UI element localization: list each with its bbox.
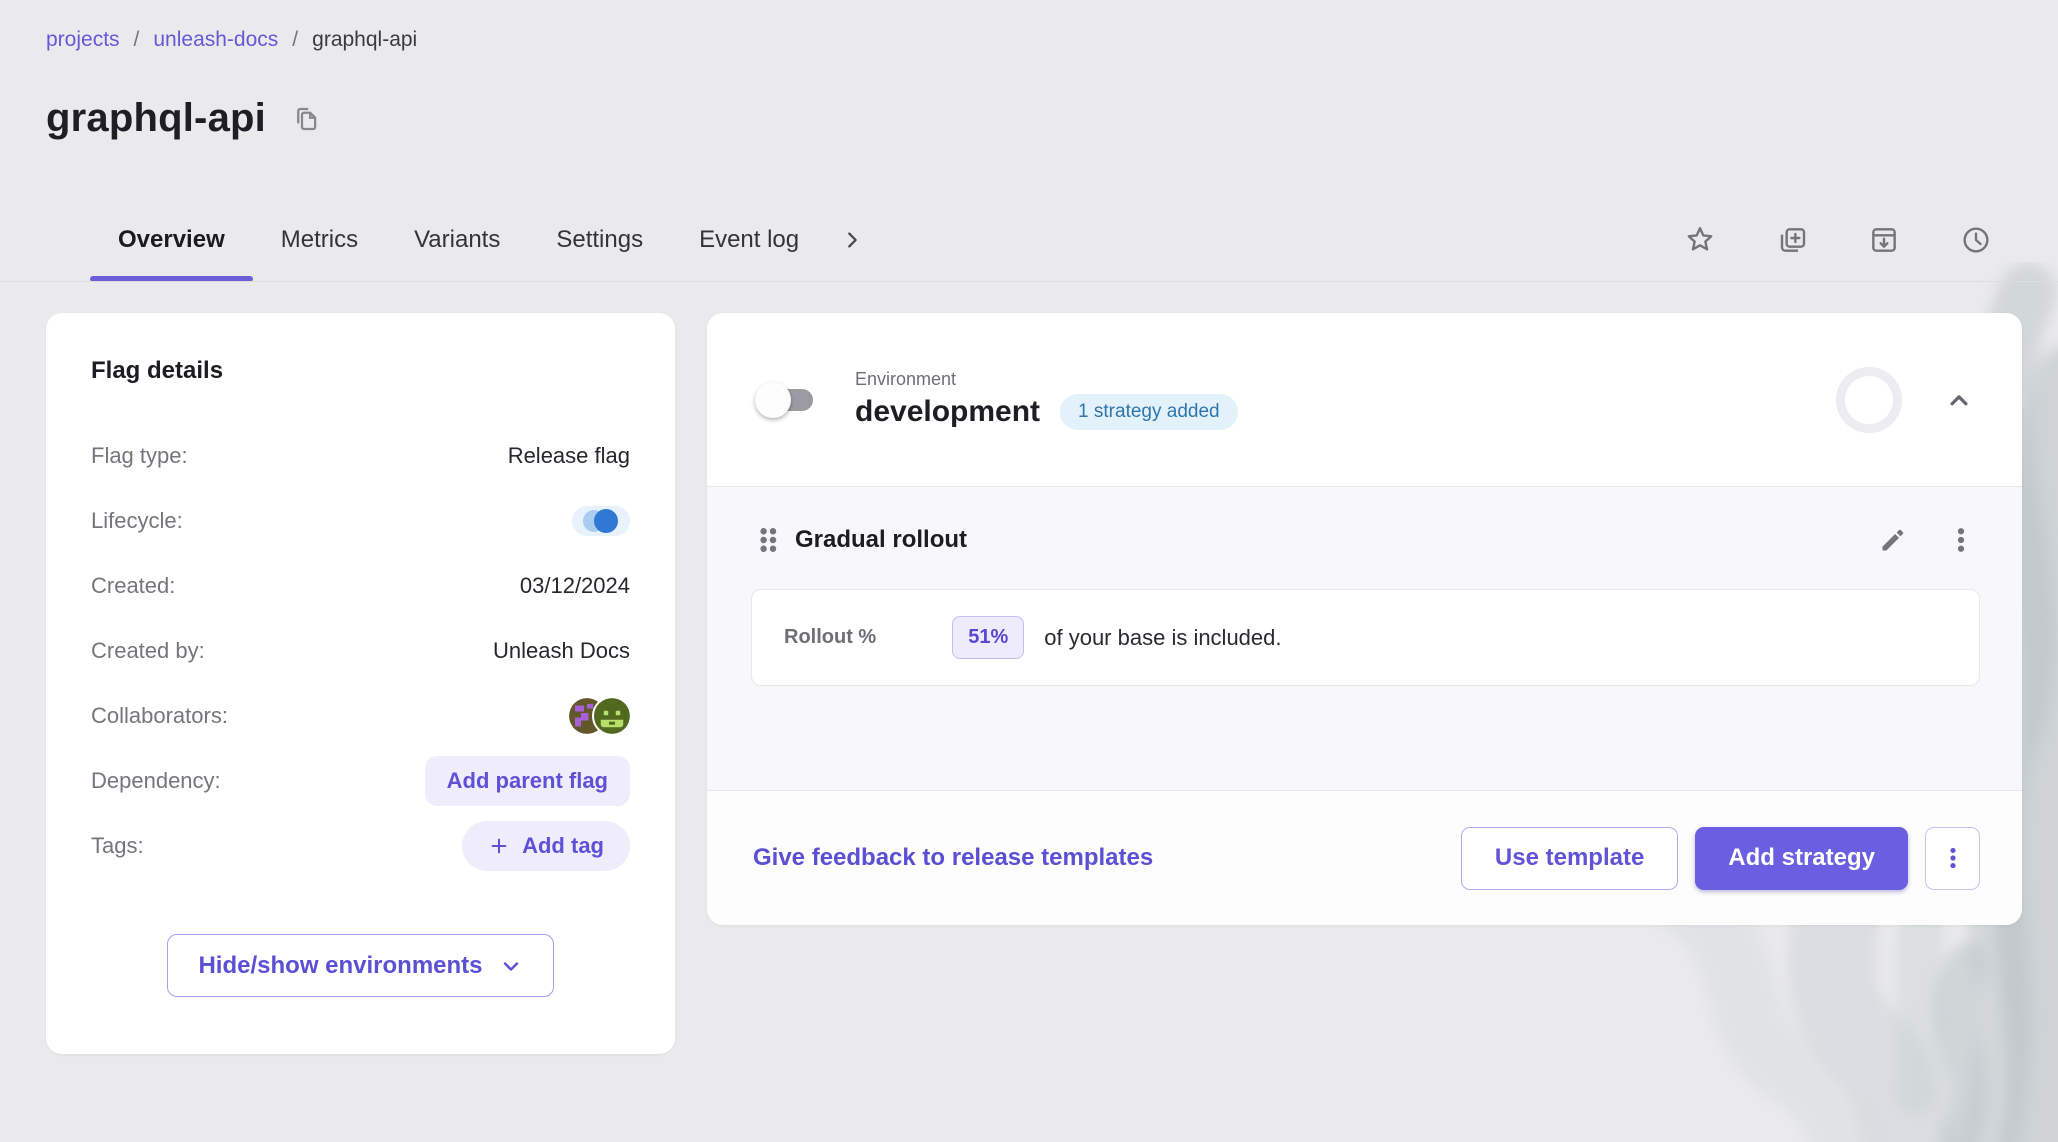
- kebab-menu-icon: [1940, 845, 1966, 871]
- created-label: Created:: [91, 573, 175, 599]
- flag-details-card: Flag details Flag type: Release flag Lif…: [46, 313, 675, 1054]
- flag-type-value: Release flag: [508, 443, 630, 469]
- lifecycle-stage-indicator[interactable]: [572, 506, 630, 536]
- created-value: 03/12/2024: [520, 573, 630, 599]
- footer-actions: Use template Add strategy: [1461, 827, 1980, 890]
- title-row: graphql-api: [46, 96, 326, 141]
- add-strategy-button[interactable]: Add strategy: [1695, 827, 1908, 890]
- environment-header: Environment development 1 strategy added: [707, 313, 2022, 486]
- tabs-divider: [0, 281, 2058, 282]
- archive-button[interactable]: [1864, 220, 1904, 260]
- environment-card: Environment development 1 strategy added: [707, 313, 2022, 925]
- clock-icon: [1960, 224, 1992, 256]
- add-parent-flag-button[interactable]: Add parent flag: [425, 756, 630, 806]
- breadcrumb: projects / unleash-docs / graphql-api: [46, 28, 417, 52]
- dependency-label: Dependency:: [91, 768, 221, 794]
- use-template-button[interactable]: Use template: [1461, 827, 1678, 890]
- collapse-environment-button[interactable]: [1940, 381, 1978, 419]
- chevron-up-icon: [1944, 385, 1974, 415]
- strategy-count-badge: 1 strategy added: [1060, 394, 1238, 430]
- clone-flag-button[interactable]: [1772, 220, 1812, 260]
- environment-toggle[interactable]: [753, 377, 823, 423]
- tab-event-log[interactable]: Event log: [671, 198, 827, 282]
- flag-overview-page: projects / unleash-docs / graphql-api gr…: [0, 0, 2058, 1142]
- environment-header-right: [1836, 367, 1982, 433]
- collaborators-label: Collaborators:: [91, 703, 228, 729]
- kebab-menu-icon: [1946, 525, 1976, 555]
- tabs-overflow-button[interactable]: [827, 198, 877, 282]
- tab-settings[interactable]: Settings: [528, 198, 671, 282]
- tab-metrics[interactable]: Metrics: [253, 198, 386, 282]
- toggle-thumb: [755, 382, 791, 418]
- environment-name: development: [855, 395, 1040, 429]
- created-by-value: Unleash Docs: [493, 638, 630, 664]
- flag-actions: [1680, 198, 1996, 282]
- breadcrumb-project-link[interactable]: unleash-docs: [153, 28, 278, 52]
- created-by-row: Created by: Unleash Docs: [91, 618, 630, 683]
- pencil-icon: [1878, 525, 1908, 555]
- tab-variants[interactable]: Variants: [386, 198, 528, 282]
- avatar: [594, 698, 630, 734]
- copy-name-button[interactable]: [288, 100, 326, 138]
- tabs: Overview Metrics Variants Settings Event…: [90, 198, 877, 282]
- page-title: graphql-api: [46, 96, 266, 141]
- strategy-menu-button[interactable]: [1942, 521, 1980, 559]
- flag-details-title: Flag details: [91, 357, 630, 385]
- hide-show-environments-label: Hide/show environments: [198, 952, 482, 980]
- lifecycle-live-icon: [594, 509, 618, 533]
- drag-indicator-icon: [755, 525, 781, 555]
- environment-label: Environment: [855, 369, 1238, 390]
- add-tag-label: Add tag: [522, 833, 604, 859]
- favorite-button[interactable]: [1680, 220, 1720, 260]
- breadcrumb-projects-link[interactable]: projects: [46, 28, 120, 52]
- plus-icon: [488, 835, 510, 857]
- copy-plus-icon: [1776, 224, 1808, 256]
- collaborator-avatars: [569, 698, 630, 734]
- collaborators-row: Collaborators:: [91, 683, 630, 748]
- drag-handle[interactable]: [751, 521, 785, 559]
- strategy-section: Gradual rollout Rollout % 51% of: [707, 486, 2022, 791]
- tags-label: Tags:: [91, 833, 144, 859]
- tab-overview[interactable]: Overview: [90, 198, 253, 282]
- environment-footer: Give feedback to release templates Use t…: [707, 791, 2022, 925]
- release-templates-feedback-link[interactable]: Give feedback to release templates: [753, 844, 1153, 872]
- chevron-down-icon: [499, 954, 523, 978]
- edit-strategy-button[interactable]: [1874, 521, 1912, 559]
- strategy-title: Gradual rollout: [795, 526, 967, 554]
- environment-text: Environment development 1 strategy added: [855, 369, 1238, 430]
- breadcrumb-current: graphql-api: [312, 28, 417, 52]
- strategy-header: Gradual rollout: [751, 521, 1980, 559]
- tabs-bar: Overview Metrics Variants Settings Event…: [0, 198, 2058, 282]
- lifecycle-label: Lifecycle:: [91, 508, 183, 534]
- breadcrumb-separator: /: [134, 28, 140, 52]
- star-icon: [1684, 224, 1716, 256]
- flag-type-row: Flag type: Release flag: [91, 423, 630, 488]
- dependency-row: Dependency: Add parent flag: [91, 748, 630, 813]
- hide-show-environments-button[interactable]: Hide/show environments: [167, 934, 553, 997]
- lifecycle-row: Lifecycle:: [91, 488, 630, 553]
- tags-row: Tags: Add tag: [91, 813, 630, 878]
- copy-icon: [292, 104, 322, 134]
- history-button[interactable]: [1956, 220, 1996, 260]
- created-by-label: Created by:: [91, 638, 205, 664]
- chevron-right-icon: [841, 229, 863, 251]
- created-row: Created: 03/12/2024: [91, 553, 630, 618]
- flag-type-label: Flag type:: [91, 443, 188, 469]
- archive-icon: [1868, 224, 1900, 256]
- metrics-donut-placeholder: [1836, 367, 1902, 433]
- breadcrumb-separator: /: [292, 28, 298, 52]
- footer-menu-button[interactable]: [1925, 827, 1980, 890]
- rollout-summary-card: Rollout % 51% of your base is included.: [751, 589, 1980, 686]
- add-tag-button[interactable]: Add tag: [462, 821, 630, 871]
- rollout-description: of your base is included.: [1044, 625, 1281, 651]
- rollout-percentage-chip: 51%: [952, 616, 1024, 659]
- rollout-label: Rollout %: [784, 626, 876, 649]
